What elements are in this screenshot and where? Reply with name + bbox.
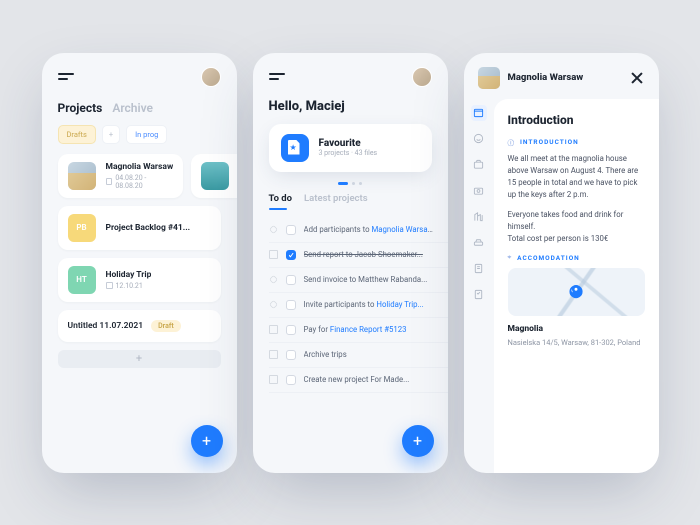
- tab-calendar-icon[interactable]: [471, 105, 487, 121]
- project-thumb-initials: PB: [68, 214, 96, 242]
- avatar[interactable]: [412, 67, 432, 87]
- avatar[interactable]: [201, 67, 221, 87]
- filter-chip-inprogress[interactable]: In prog: [126, 125, 167, 144]
- menu-icon[interactable]: [58, 73, 74, 80]
- location-address: Nasielska 14/5, Warsaw, 81-302, Poland: [508, 337, 645, 348]
- map-icon: ⌖: [508, 253, 513, 262]
- project-card[interactable]: PB Project Backlog #41...: [58, 206, 221, 250]
- note-icon: [269, 325, 278, 334]
- tab-car-icon[interactable]: [471, 235, 487, 251]
- attachment-icon: [269, 275, 278, 284]
- todo-checkbox[interactable]: [286, 275, 296, 285]
- tab-todo[interactable]: To do: [269, 193, 293, 204]
- intro-paragraph: We all meet at the magnolia house above …: [508, 153, 645, 201]
- pager-dots[interactable]: [253, 172, 448, 191]
- intro-paragraph: Everyone takes food and drink for himsel…: [508, 209, 645, 245]
- add-project-bar[interactable]: +: [58, 350, 221, 368]
- note-icon: [269, 350, 278, 359]
- tab-smile-icon[interactable]: [471, 131, 487, 147]
- project-thumb-initials: HT: [68, 266, 96, 294]
- project-title: Holiday Trip: [106, 270, 152, 280]
- fab-add-button[interactable]: +: [402, 425, 434, 457]
- section-heading: Introduction: [508, 113, 645, 127]
- project-card-untitled[interactable]: Untitled 11.07.2021 Draft: [58, 310, 221, 342]
- calendar-icon: [106, 282, 113, 289]
- project-thumb-photo: [478, 67, 500, 89]
- favourite-card[interactable]: Favourite 3 projects · 43 files: [269, 124, 432, 172]
- location-name: Magnolia: [508, 324, 645, 334]
- subsection-label: ⌖ ACCOMODATION: [508, 253, 645, 262]
- project-thumb-photo: [201, 162, 229, 190]
- todo-row[interactable]: Pay for Finance Report #5123: [269, 318, 448, 343]
- favourite-title: Favourite: [319, 138, 378, 149]
- map-preview[interactable]: ⬤●: [508, 268, 645, 316]
- todo-list: Add participants to Magnolia Warsa... Se…: [253, 204, 448, 393]
- folder-star-icon: [281, 134, 309, 162]
- todo-checkbox[interactable]: [286, 350, 296, 360]
- tab-buildings-icon[interactable]: [471, 209, 487, 225]
- draft-badge: Draft: [151, 320, 181, 332]
- todo-row[interactable]: Send report to Jacob Shoemaker...: [269, 243, 448, 268]
- todo-row[interactable]: Invite participants to Holiday Trip...: [269, 293, 448, 318]
- tab-camera-icon[interactable]: [471, 183, 487, 199]
- note-icon: [269, 375, 278, 384]
- menu-icon[interactable]: [269, 73, 285, 80]
- attachment-icon: [269, 300, 278, 309]
- project-card[interactable]: HT Holiday Trip 12.10.21: [58, 258, 221, 302]
- screen-project-detail: Magnolia Warsaw Introduction ⓘ INTRODUCT…: [464, 53, 659, 473]
- tab-checklist-icon[interactable]: [471, 287, 487, 303]
- favourite-meta: 3 projects · 43 files: [319, 149, 378, 157]
- todo-checkbox[interactable]: [286, 375, 296, 385]
- page-title: Magnolia Warsaw: [508, 72, 621, 83]
- todo-checkbox[interactable]: [286, 325, 296, 335]
- todo-row[interactable]: Add participants to Magnolia Warsa...: [269, 218, 448, 243]
- project-title: Untitled 11.07.2021: [68, 321, 144, 331]
- tab-projects[interactable]: Projects: [58, 101, 103, 115]
- project-title: Magnolia Warsaw: [106, 162, 174, 172]
- filter-chip-drafts[interactable]: Drafts: [58, 125, 96, 144]
- greeting: Hello, Maciej: [253, 95, 448, 124]
- subsection-label: ⓘ INTRODUCTION: [508, 137, 645, 147]
- project-card-peek[interactable]: [191, 154, 236, 198]
- todo-row[interactable]: Create new project For Made...: [269, 368, 448, 393]
- tab-notes-icon[interactable]: [471, 261, 487, 277]
- note-icon: [269, 250, 278, 259]
- project-thumb-photo: [68, 162, 96, 190]
- tab-briefcase-icon[interactable]: [471, 157, 487, 173]
- todo-checkbox[interactable]: [286, 250, 296, 260]
- info-icon: ⓘ: [508, 137, 516, 147]
- attachment-icon: [269, 225, 278, 234]
- fab-add-button[interactable]: +: [191, 425, 223, 457]
- tab-archive[interactable]: Archive: [112, 101, 153, 115]
- screen-home: Hello, Maciej Favourite 3 projects · 43 …: [253, 53, 448, 473]
- calendar-icon: [106, 178, 113, 185]
- section-tabs: [464, 99, 494, 473]
- todo-checkbox[interactable]: [286, 300, 296, 310]
- todo-checkbox[interactable]: [286, 225, 296, 235]
- project-card[interactable]: Magnolia Warsaw 04.08.20 - 08.08.20: [58, 154, 184, 198]
- tab-latest-projects[interactable]: Latest projects: [304, 193, 368, 204]
- filter-chip-add[interactable]: +: [102, 125, 120, 144]
- project-title: Project Backlog #41...: [106, 223, 191, 233]
- screen-projects: Projects Archive Drafts + In prog Magnol…: [42, 53, 237, 473]
- close-icon[interactable]: [629, 70, 645, 86]
- map-pin-icon: [569, 282, 583, 300]
- todo-row[interactable]: Archive trips: [269, 343, 448, 368]
- todo-row[interactable]: Send invoice to Matthew Rabanda...: [269, 268, 448, 293]
